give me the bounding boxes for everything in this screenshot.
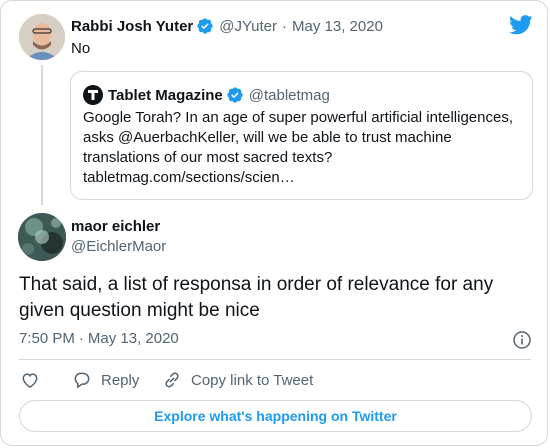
thread-connector-line xyxy=(41,65,43,205)
main-tweet-text: That said, a list of responsa in order o… xyxy=(19,274,494,321)
user-avatar xyxy=(19,14,65,60)
quoted-author-name[interactable]: Tablet Magazine xyxy=(108,87,223,104)
quoted-tweet-card[interactable]: Tablet Magazine @tabletmag Google Torah?… xyxy=(70,71,533,200)
parent-author-name[interactable]: Rabbi Josh Yuter xyxy=(71,18,193,35)
reply-icon xyxy=(74,372,90,389)
twitter-bird-icon xyxy=(509,15,533,35)
user-avatar xyxy=(18,213,66,261)
main-tweet-timestamp[interactable]: 7:50 PM · May 13, 2020 xyxy=(19,330,179,347)
explore-twitter-button[interactable]: Explore what's happening on Twitter xyxy=(19,400,532,432)
link-icon xyxy=(165,372,179,388)
quoted-author-handle[interactable]: @tabletmag xyxy=(249,87,330,104)
main-author-avatar[interactable] xyxy=(18,213,66,261)
verified-badge-icon xyxy=(197,18,213,34)
copy-link-label: Copy link to Tweet xyxy=(191,371,314,389)
info-button[interactable] xyxy=(512,330,532,350)
parent-author-handle[interactable]: @JYuter xyxy=(219,18,277,35)
quoted-tweet-header: Tablet Magazine @tabletmag xyxy=(83,85,330,105)
twitter-logo[interactable] xyxy=(509,15,533,35)
tweet-time: 7:50 PM xyxy=(19,330,75,347)
quoted-tweet-link[interactable]: tabletmag.com/sections/scien… xyxy=(83,168,295,188)
quoted-tweet-text: Google Torah? In an age of super powerfu… xyxy=(83,109,513,166)
parent-tweet-text: No xyxy=(71,40,91,57)
tablet-logo-icon xyxy=(83,85,103,105)
parent-separator: · xyxy=(282,17,288,35)
tweet-embed-card: Rabbi Josh Yuter @JYuter · May 13, 2020 … xyxy=(0,0,548,446)
like-button[interactable] xyxy=(20,370,40,390)
parent-author-avatar[interactable] xyxy=(19,14,65,60)
heart-icon xyxy=(22,373,38,388)
parent-tweet-date[interactable]: May 13, 2020 xyxy=(292,18,383,35)
reply-button[interactable]: Reply xyxy=(72,370,139,390)
tweet-date: May 13, 2020 xyxy=(87,330,179,347)
explore-label: Explore what's happening on Twitter xyxy=(154,408,397,424)
verified-badge-icon xyxy=(227,87,243,103)
copy-link-button[interactable]: Copy link to Tweet xyxy=(162,370,313,390)
info-icon xyxy=(513,331,531,349)
timestamp-separator: · xyxy=(78,330,84,347)
reply-label: Reply xyxy=(101,371,140,389)
main-author-handle[interactable]: @EichlerMaor xyxy=(71,238,166,255)
main-author-name[interactable]: maor eichler xyxy=(71,218,160,235)
actions-divider xyxy=(19,359,531,360)
parent-tweet-header: Rabbi Josh Yuter @JYuter · May 13, 2020 xyxy=(71,16,383,36)
